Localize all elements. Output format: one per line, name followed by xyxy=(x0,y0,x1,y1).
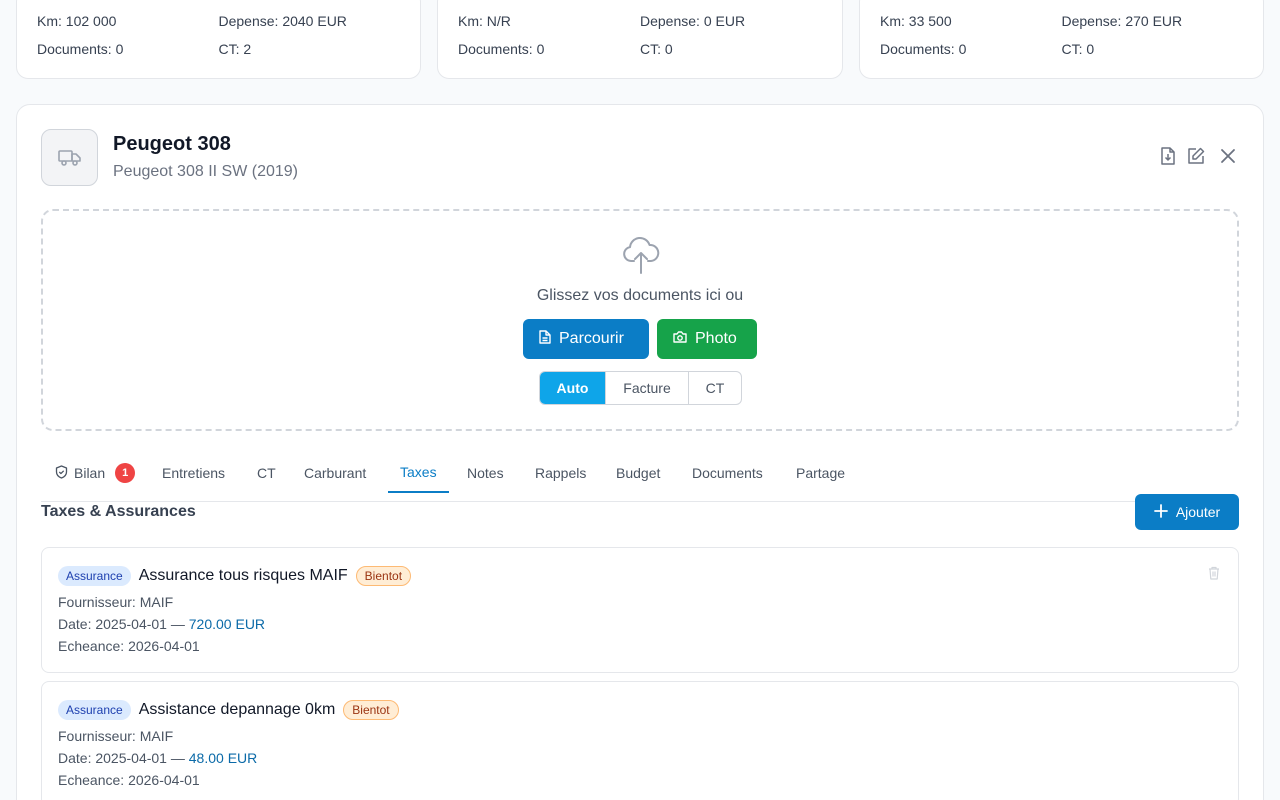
documents-value: Documents: 0 xyxy=(37,41,124,57)
km-value: Km: 102 000 xyxy=(37,13,117,29)
add-button[interactable]: Ajouter xyxy=(1135,494,1239,530)
ct-value: CT: 2 xyxy=(218,41,252,57)
tab-partage[interactable]: Partage xyxy=(796,453,845,493)
depense-value: Depense: 270 EUR xyxy=(1061,13,1183,29)
entry-name: Assistance depannage 0km xyxy=(138,701,336,718)
tax-entry[interactable]: Assurance Assistance depannage 0km Bient… xyxy=(41,681,1239,800)
camera-icon xyxy=(673,330,687,348)
vehicle-title: Peugeot 308 xyxy=(113,133,231,155)
file-icon xyxy=(539,329,551,349)
document-dropzone[interactable]: Glissez vos documents ici ou Parcourir P… xyxy=(41,209,1239,431)
ct-value: CT: 0 xyxy=(1061,41,1095,57)
tab-documents[interactable]: Documents xyxy=(692,453,763,493)
documents-value: Documents: 0 xyxy=(458,41,545,57)
notification-badge: 1 xyxy=(115,463,136,483)
entry-amount: 48.00 EUR xyxy=(188,750,258,766)
entry-due-date: Echeance: 2026-04-01 xyxy=(58,638,200,654)
tab-entretiens[interactable]: Entretiens xyxy=(162,453,225,493)
type-option-ct[interactable]: CT xyxy=(689,372,741,404)
entry-date: Date: 2025-04-01 — 48.00 EUR xyxy=(58,750,258,766)
vehicle-summary-card[interactable]: Km: 102 000 Depense: 2040 EUR Documents: … xyxy=(16,0,421,79)
entry-due-date: Echeance: 2026-04-01 xyxy=(58,772,200,788)
photo-button[interactable]: Photo xyxy=(657,319,757,359)
plus-icon xyxy=(1153,503,1168,521)
tab-label: Bilan xyxy=(74,465,106,481)
status-badge: Bientot xyxy=(343,700,399,720)
entry-type-badge: Assurance xyxy=(58,566,131,586)
depense-value: Depense: 2040 EUR xyxy=(218,13,347,29)
truck-icon xyxy=(41,129,98,186)
entry-name: Assurance tous risques MAIF xyxy=(138,567,348,584)
documents-value: Documents: 0 xyxy=(880,41,967,57)
vehicle-tabs: Bilan 1 Entretiens CT Carburant Taxes No… xyxy=(41,453,1239,502)
type-option-facture[interactable]: Facture xyxy=(606,372,689,404)
tab-taxes[interactable]: Taxes xyxy=(388,453,449,493)
tab-carburant[interactable]: Carburant xyxy=(304,453,366,493)
tab-bilan[interactable]: Bilan 1 xyxy=(55,453,136,493)
entry-supplier: Fournisseur: MAIF xyxy=(58,594,174,610)
tab-ct[interactable]: CT xyxy=(257,453,276,493)
close-icon[interactable] xyxy=(1219,147,1237,165)
edit-icon[interactable] xyxy=(1187,147,1205,165)
km-value: Km: N/R xyxy=(458,13,511,29)
vehicle-summary-card[interactable]: Km: 33 500 Depense: 270 EUR Documents: 0 C… xyxy=(859,0,1264,79)
ct-value: CT: 0 xyxy=(640,41,673,57)
photo-label: Photo xyxy=(695,330,737,347)
header-actions xyxy=(1159,147,1237,165)
vehicle-detail-panel: Peugeot 308 Peugeot 308 II SW (2019) Gli… xyxy=(16,104,1264,800)
section-title: Taxes & Assurances xyxy=(41,503,196,520)
tax-entry[interactable]: Assurance Assurance tous risques MAIF Bi… xyxy=(41,547,1239,673)
entry-supplier: Fournisseur: MAIF xyxy=(58,728,174,744)
document-type-selector: Auto Facture CT xyxy=(539,371,742,405)
browse-label: Parcourir xyxy=(559,330,624,347)
km-value: Km: 33 500 xyxy=(880,13,952,29)
dropzone-prompt: Glissez vos documents ici ou xyxy=(536,287,744,304)
tab-budget[interactable]: Budget xyxy=(616,453,660,493)
browse-button[interactable]: Parcourir xyxy=(523,319,649,359)
vehicle-subtitle: Peugeot 308 II SW (2019) xyxy=(113,163,298,180)
status-badge: Bientot xyxy=(355,566,412,586)
entry-date: Date: 2025-04-01 — 720.00 EUR xyxy=(58,616,266,632)
entry-amount: 720.00 EUR xyxy=(188,616,266,632)
cloud-upload-icon xyxy=(622,235,660,280)
tab-notes[interactable]: Notes xyxy=(467,453,504,493)
type-option-auto[interactable]: Auto xyxy=(540,372,606,404)
vehicle-summary-card[interactable]: Km: N/R Depense: 0 EUR Documents: 0 CT: 0 xyxy=(437,0,843,79)
shield-icon xyxy=(55,464,68,482)
trash-icon[interactable] xyxy=(1208,566,1220,585)
add-label: Ajouter xyxy=(1175,504,1221,520)
depense-value: Depense: 0 EUR xyxy=(640,13,746,29)
download-icon[interactable] xyxy=(1159,147,1177,165)
tab-rappels[interactable]: Rappels xyxy=(535,453,586,493)
entry-type-badge: Assurance xyxy=(58,700,131,720)
